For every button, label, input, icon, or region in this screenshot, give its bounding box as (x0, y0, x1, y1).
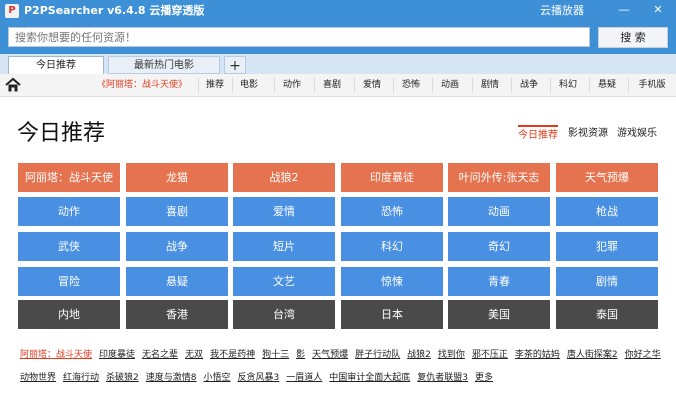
grid-cell[interactable]: 青春 (448, 267, 550, 296)
nav-item-romance[interactable]: 爱情 (354, 77, 389, 93)
nav-item-war[interactable]: 战争 (511, 77, 546, 93)
grid-cell[interactable]: 武侠 (18, 232, 120, 261)
hot-link[interactable]: 复仇者联盟3 (417, 373, 468, 383)
close-button[interactable]: ✕ (650, 2, 666, 18)
hot-link[interactable]: 印度暴徒 (99, 350, 135, 360)
nav-item-horror[interactable]: 恐怖 (393, 77, 428, 93)
grid-cell[interactable]: 动画 (448, 197, 550, 226)
search-input[interactable] (8, 27, 590, 47)
grid-cell[interactable]: 战狼2 (233, 163, 335, 192)
hot-link[interactable]: 更多 (475, 373, 493, 383)
grid-cell[interactable]: 阿丽塔：战斗天使 (18, 163, 120, 192)
hot-link[interactable]: 中国审计全面大起底 (329, 373, 410, 383)
hot-link[interactable]: 影 (296, 350, 305, 360)
grid-cell[interactable]: 美国 (448, 300, 550, 329)
grid-cell[interactable]: 台湾 (233, 300, 335, 329)
hot-link[interactable]: 找到你 (438, 350, 465, 360)
hot-link[interactable]: 邪不压正 (472, 350, 508, 360)
hot-link[interactable]: 一眉道人 (286, 373, 322, 383)
add-tab-button[interactable]: + (224, 56, 246, 74)
brand-label: 云播放器 (540, 4, 584, 17)
nav-item-recommend[interactable]: 推荐 (198, 77, 231, 93)
grid-cell[interactable]: 短片 (233, 232, 335, 261)
hot-link[interactable]: 阿丽塔：战斗天使 (20, 350, 92, 360)
hot-link[interactable]: 红海行动 (63, 373, 99, 383)
search-toolbar: 搜 索 (0, 22, 676, 54)
hot-link[interactable]: 狗十三 (262, 350, 289, 360)
grid-cell[interactable]: 喜剧 (126, 197, 228, 226)
hot-links-line-1: 阿丽塔：战斗天使 印度暴徒 无名之辈 无双 我不是药神 狗十三影天气预爆 胖子行动队 战狼2 找… (20, 348, 668, 362)
hot-link[interactable]: 无双 (185, 350, 203, 360)
nav-item-mystery[interactable]: 悬疑 (589, 77, 624, 93)
grid-cell[interactable]: 印度暴徒 (341, 163, 443, 192)
hot-link[interactable]: 天气预爆 (312, 350, 348, 360)
recommend-panel: 今日推荐 今日推荐 影视资源 游戏娱乐 阿丽塔：战斗天使 龙猫 战狼2 印度暴徒 叶问外… (0, 97, 676, 400)
grid-cell[interactable]: 爱情 (233, 197, 335, 226)
category-nav: 《阿丽塔：战斗天使》 推荐 电影 动作 喜剧 爱情 恐怖 动画 剧情 战争 科幻… (0, 74, 676, 97)
nav-item-movie[interactable]: 电影 (232, 77, 265, 93)
nav-item-drama[interactable]: 剧情 (472, 77, 507, 93)
grid-cell[interactable]: 冒险 (18, 267, 120, 296)
grid-cell[interactable]: 内地 (18, 300, 120, 329)
grid-cell[interactable]: 天气预爆 (556, 163, 658, 192)
nav-item-featured-movie[interactable]: 《阿丽塔：战斗天使》 (96, 77, 188, 93)
grid-cell[interactable]: 香港 (126, 300, 228, 329)
hot-link[interactable]: 唐人街探案2 (567, 350, 618, 360)
grid-cell[interactable]: 日本 (341, 300, 443, 329)
grid-cell[interactable]: 文艺 (233, 267, 335, 296)
grid-cell[interactable]: 剧情 (556, 267, 658, 296)
app-icon: P (5, 4, 19, 18)
hot-link[interactable]: 战狼2 (407, 350, 431, 360)
hot-link[interactable]: 小悟空 (204, 373, 231, 383)
grid-cell[interactable]: 动作 (18, 197, 120, 226)
grid-cell[interactable]: 战争 (126, 232, 228, 261)
hot-link[interactable]: 李茶的姑妈 (515, 350, 560, 360)
hot-link[interactable]: 反贪风暴3 (238, 373, 280, 383)
hot-link[interactable]: 杀破狼2 (106, 373, 139, 383)
search-button[interactable]: 搜 索 (598, 27, 668, 48)
grid-cell[interactable]: 惊悚 (341, 267, 443, 296)
hot-link[interactable]: 速度与激情8 (146, 373, 197, 383)
grid-cell[interactable]: 泰国 (556, 300, 658, 329)
page-title: 今日推荐 (17, 121, 106, 146)
hot-links-line-2: 动物世界 红海行动 杀破狼2 速度与激情8 小悟空 反贪风暴3 一眉道人 中国审计全面大起底复… (20, 371, 500, 385)
nav-item-animation[interactable]: 动画 (432, 77, 467, 93)
hot-link[interactable]: 我不是药神 (210, 350, 255, 360)
grid-cell[interactable]: 犯罪 (556, 232, 658, 261)
grid-cell[interactable]: 奇幻 (448, 232, 550, 261)
hot-link[interactable]: 你好之华 (625, 350, 661, 360)
tab-today-picks[interactable]: 今日推荐 (518, 125, 558, 145)
nav-item-scifi[interactable]: 科幻 (550, 77, 585, 93)
tab-latest-movies[interactable]: 最新热门电影 (108, 56, 220, 74)
hot-link[interactable]: 无名之辈 (142, 350, 178, 360)
hot-link[interactable]: 胖子行动队 (355, 350, 400, 360)
tab-strip: 今日推荐 最新热门电影 + (0, 54, 676, 75)
tab-today-recommend[interactable]: 今日推荐 (8, 56, 104, 74)
nav-item-comedy[interactable]: 喜剧 (314, 77, 349, 93)
grid-cell[interactable]: 恐怖 (341, 197, 443, 226)
hot-link[interactable]: 动物世界 (20, 373, 56, 383)
grid-cell[interactable]: 龙猫 (126, 163, 228, 192)
minimize-button[interactable]: — (616, 2, 632, 18)
grid-cell[interactable]: 叶问外传:张天志 (448, 163, 550, 192)
home-icon[interactable] (4, 76, 22, 94)
tab-video-resources[interactable]: 影视资源 (568, 125, 608, 143)
nav-item-mobile[interactable]: 手机版 (628, 77, 675, 93)
window-title: P2PSearcher v6.4.8 云播穿透版 (24, 4, 205, 17)
grid-cell[interactable]: 悬疑 (126, 267, 228, 296)
nav-item-action[interactable]: 动作 (274, 77, 309, 93)
grid-cell[interactable]: 枪战 (556, 197, 658, 226)
title-bar: P P2PSearcher v6.4.8 云播穿透版 云播放器 — ✕ (0, 0, 676, 22)
tab-games-entertainment[interactable]: 游戏娱乐 (617, 125, 657, 143)
grid-cell[interactable]: 科幻 (341, 232, 443, 261)
